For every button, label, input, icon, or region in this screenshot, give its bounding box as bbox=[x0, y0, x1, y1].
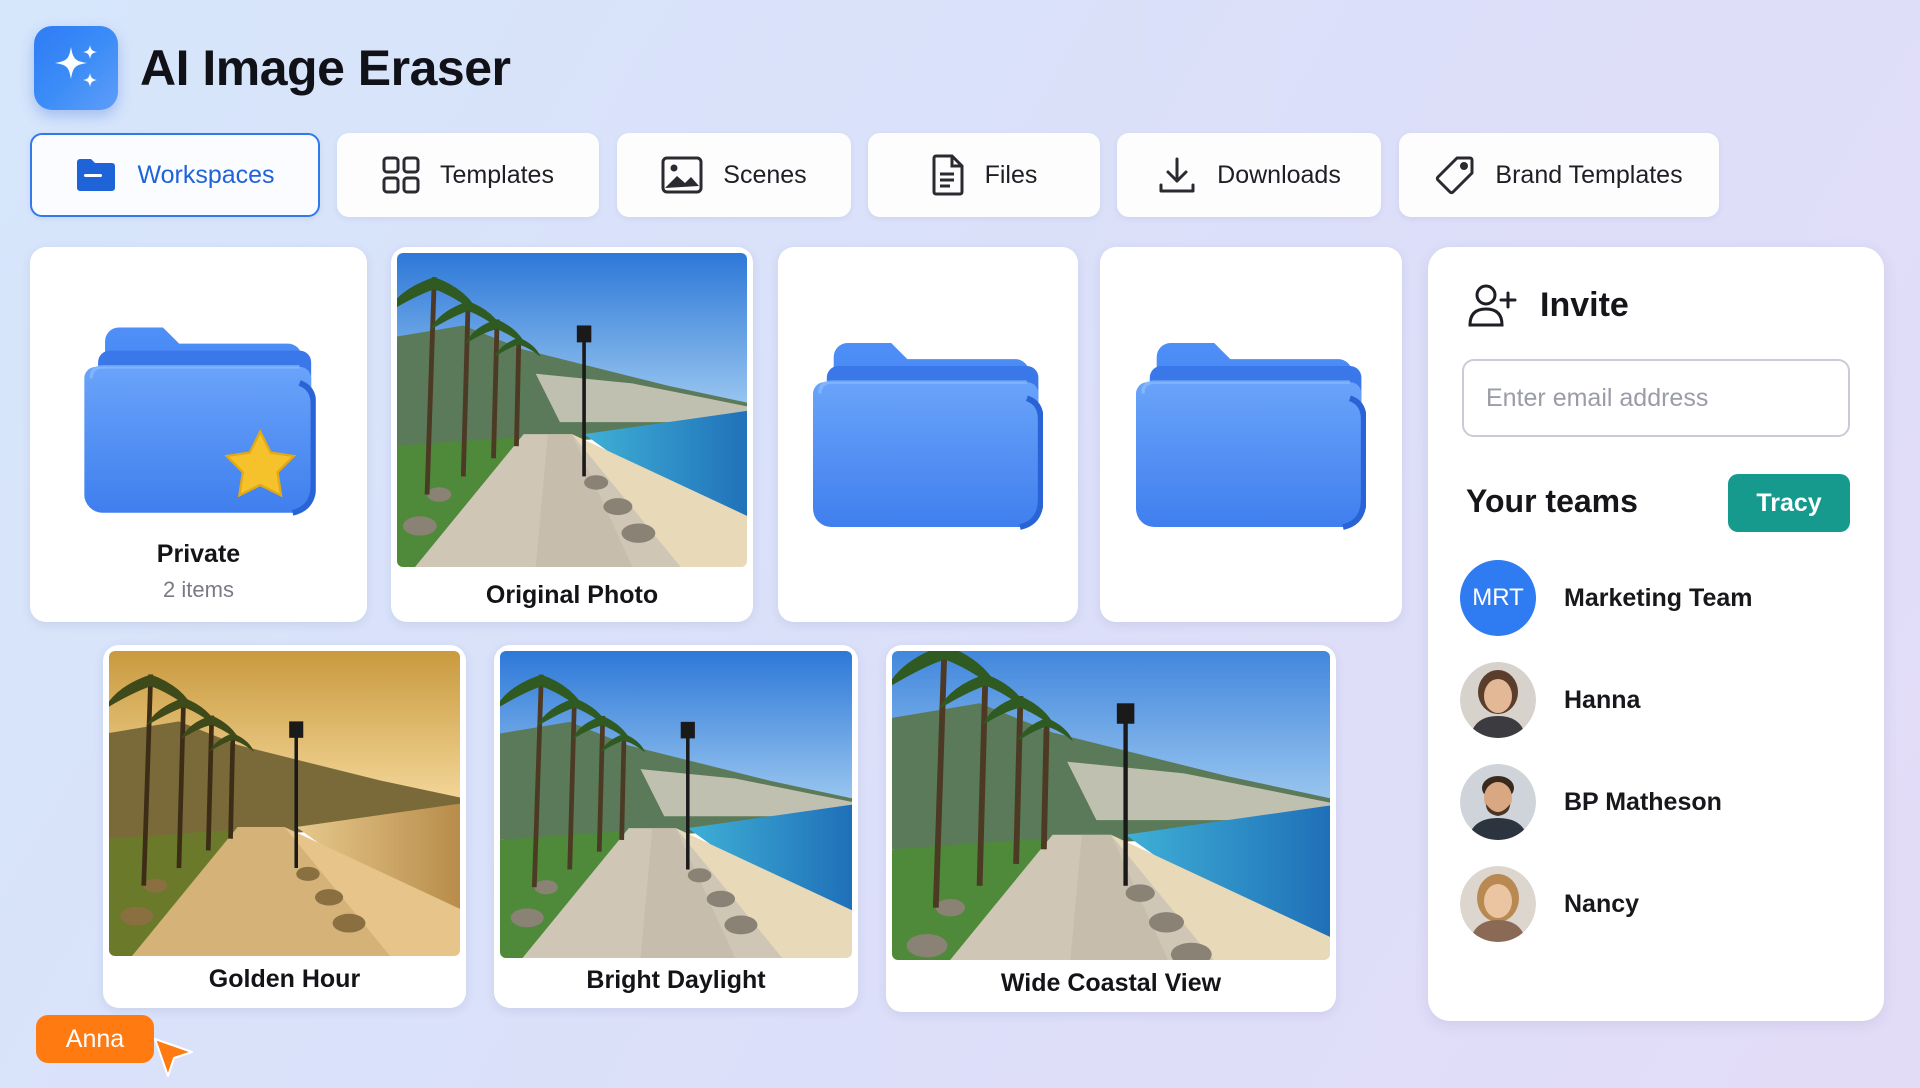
card-title: Bright Daylight bbox=[586, 966, 766, 994]
image-icon bbox=[661, 156, 703, 194]
grid-icon bbox=[382, 156, 420, 194]
card-title: Golden Hour bbox=[208, 965, 361, 993]
photo-thumbnail bbox=[500, 651, 852, 958]
team-name: BP Matheson bbox=[1564, 787, 1722, 816]
tab-label: Downloads bbox=[1217, 160, 1341, 189]
team-row-marketing[interactable]: MRT Marketing Team bbox=[1460, 559, 1860, 637]
tag-icon bbox=[1436, 156, 1474, 195]
avatar: MRT bbox=[1460, 560, 1536, 636]
tab-label: Scenes bbox=[723, 160, 807, 189]
tab-templates[interactable]: Templates bbox=[337, 133, 599, 217]
team-name: Marketing Team bbox=[1564, 583, 1753, 612]
app-logo bbox=[34, 26, 118, 110]
email-field[interactable] bbox=[1462, 359, 1850, 437]
team-select-button[interactable]: Tracy bbox=[1728, 474, 1850, 532]
image-card-wide-coastal-view[interactable]: Wide Coastal View bbox=[886, 645, 1336, 1012]
invite-panel: Invite Your teams Tracy MRT Marketing Te… bbox=[1428, 247, 1884, 1021]
image-card-bright-daylight[interactable]: Bright Daylight bbox=[494, 645, 858, 1008]
file-icon bbox=[932, 154, 964, 196]
app-title: AI Image Eraser bbox=[140, 40, 511, 96]
team-name: Hanna bbox=[1564, 685, 1641, 714]
cursor-arrow-icon bbox=[154, 1038, 193, 1077]
tab-downloads[interactable]: Downloads bbox=[1117, 133, 1381, 217]
tab-label: Workspaces bbox=[137, 160, 275, 189]
team-name: Nancy bbox=[1564, 889, 1640, 918]
image-card-golden-hour[interactable]: Golden Hour bbox=[103, 645, 466, 1008]
tab-scenes[interactable]: Scenes bbox=[617, 133, 851, 217]
tab-files[interactable]: Files bbox=[868, 133, 1100, 217]
image-card-original-photo[interactable]: Original Photo bbox=[391, 247, 753, 622]
tab-brand-templates[interactable]: Brand Templates bbox=[1399, 133, 1719, 217]
workspace-card-private[interactable]: Private 2 items bbox=[30, 247, 367, 622]
download-icon bbox=[1159, 157, 1195, 193]
folder-illustration bbox=[70, 297, 330, 527]
photo-thumbnail bbox=[109, 651, 460, 956]
team-row-hanna[interactable]: Hanna bbox=[1460, 661, 1860, 739]
add-user-icon bbox=[1468, 284, 1517, 327]
team-row-bp-matheson[interactable]: BP Matheson bbox=[1460, 763, 1860, 841]
team-row-nancy[interactable]: Nancy bbox=[1460, 865, 1860, 943]
workspace-card-folder[interactable] bbox=[1100, 247, 1402, 622]
card-title: Private bbox=[156, 540, 241, 568]
workspace-card-folder[interactable] bbox=[778, 247, 1078, 622]
invite-title: Invite bbox=[1540, 285, 1629, 324]
tab-label: Templates bbox=[440, 160, 554, 189]
invite-header: Invite bbox=[1468, 283, 1629, 327]
avatar bbox=[1460, 662, 1536, 738]
card-title: Wide Coastal View bbox=[1000, 969, 1222, 997]
card-item-count: 2 items bbox=[163, 577, 234, 602]
teams-title: Your teams bbox=[1466, 483, 1638, 519]
tab-workspaces[interactable]: Workspaces bbox=[30, 133, 320, 217]
photo-thumbnail bbox=[892, 651, 1330, 960]
folder-illustration bbox=[1131, 307, 1371, 547]
tab-label: Brand Templates bbox=[1495, 160, 1683, 189]
avatar bbox=[1460, 866, 1536, 942]
collaborator-cursor-label: Anna bbox=[36, 1015, 154, 1063]
avatar bbox=[1460, 764, 1536, 840]
folder-illustration bbox=[808, 307, 1048, 547]
photo-thumbnail bbox=[397, 253, 747, 567]
card-title: Original Photo bbox=[485, 581, 659, 609]
folder-icon bbox=[77, 159, 116, 191]
sparkles-icon bbox=[55, 45, 97, 87]
tab-label: Files bbox=[984, 160, 1038, 189]
